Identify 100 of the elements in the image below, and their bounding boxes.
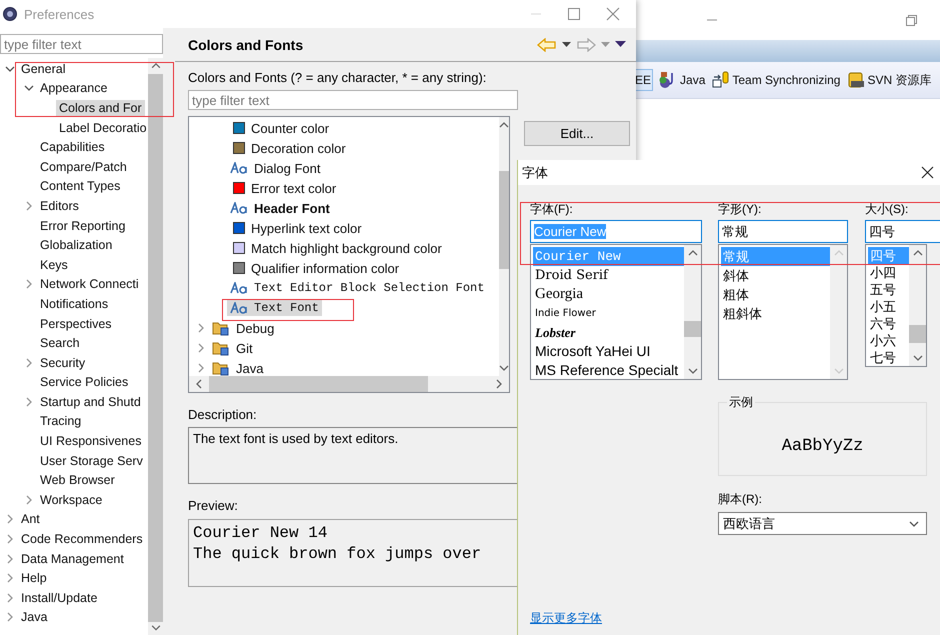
style-list-item[interactable]: 粗斜体 bbox=[721, 304, 830, 323]
tree-item[interactable]: Header Font bbox=[227, 200, 333, 216]
description-label: Description: bbox=[188, 407, 258, 422]
dialog-title: 字体 bbox=[522, 164, 548, 182]
scrollbar-thumb[interactable] bbox=[909, 325, 926, 343]
tree-item[interactable]: Search bbox=[37, 335, 83, 352]
tree-item[interactable]: Data Management bbox=[18, 550, 127, 567]
size-list-item[interactable]: 七号 bbox=[868, 349, 909, 366]
tree-item[interactable]: Globalization bbox=[37, 237, 116, 254]
tree-item[interactable]: Counter color bbox=[230, 120, 332, 136]
tree-item[interactable]: General bbox=[18, 60, 68, 77]
field-label: 大小(S): bbox=[865, 201, 910, 216]
tree-item[interactable]: Dialog Font bbox=[227, 160, 324, 176]
tree-item[interactable]: User Storage Serv bbox=[37, 452, 146, 469]
font-list-item[interactable]: Indie Flower bbox=[533, 304, 684, 323]
size-list-item[interactable]: 小五 bbox=[868, 298, 909, 315]
tree-item[interactable]: Service Policies bbox=[37, 374, 132, 390]
group-label: 示例 bbox=[728, 394, 754, 411]
size-list-item[interactable]: 小四 bbox=[868, 264, 909, 281]
size-list-item[interactable]: 五号 bbox=[868, 281, 909, 298]
font-icon bbox=[230, 162, 248, 174]
tree-item[interactable]: Security bbox=[37, 354, 88, 371]
font-icon bbox=[230, 302, 248, 314]
filter-field[interactable]: type filter text bbox=[0, 34, 163, 54]
filter-field[interactable]: type filter text bbox=[188, 90, 518, 110]
tree-item[interactable]: Web Browser bbox=[37, 472, 118, 488]
dropdown-icon[interactable] bbox=[562, 42, 571, 48]
forward-arrow-icon[interactable] bbox=[576, 38, 596, 52]
size-list-item[interactable]: 小六 bbox=[868, 332, 909, 349]
script-dropdown[interactable]: 西欧语言 bbox=[718, 512, 927, 535]
tree-item[interactable]: Decoration color bbox=[230, 140, 349, 156]
tree-item[interactable]: Network Connecti bbox=[37, 276, 142, 292]
style-field[interactable]: 常规 bbox=[718, 220, 848, 243]
size-list-item[interactable]: 六号 bbox=[868, 315, 909, 332]
scrollbar-thumb[interactable] bbox=[499, 171, 509, 269]
font-list-item[interactable]: Droid Serif bbox=[533, 266, 684, 285]
back-arrow-icon[interactable] bbox=[537, 38, 557, 52]
tree-item[interactable]: Content Types bbox=[37, 178, 124, 194]
folder-icon bbox=[212, 320, 230, 336]
font-list-item[interactable]: Microsoft YaHei UI bbox=[533, 342, 684, 361]
close-icon[interactable] bbox=[921, 166, 934, 179]
font-icon bbox=[230, 282, 248, 294]
tree-item[interactable]: Error text color bbox=[230, 180, 340, 196]
tree-item[interactable]: Editors bbox=[37, 198, 82, 214]
tree-item[interactable]: Debug bbox=[209, 319, 278, 337]
field-label: 字形(Y): bbox=[718, 201, 762, 216]
perspective-button[interactable]: Java bbox=[656, 67, 708, 93]
scrollbar-thumb[interactable] bbox=[684, 321, 701, 337]
tree-item[interactable]: Qualifier information color bbox=[230, 260, 402, 276]
tree-item[interactable]: UI Responsivenes bbox=[37, 433, 144, 450]
perspective-button[interactable]: Team Synchronizing bbox=[710, 67, 842, 93]
preview-label: Preview: bbox=[188, 498, 239, 513]
tree-item[interactable]: Text Editor Block Selection Font bbox=[227, 280, 488, 296]
folder-icon bbox=[212, 340, 230, 356]
tree-item[interactable]: Git bbox=[209, 339, 256, 357]
tree-item[interactable]: Text Font bbox=[227, 300, 322, 316]
maximize-icon[interactable] bbox=[568, 8, 580, 20]
sync-icon bbox=[712, 71, 730, 89]
field-label: 脚本(R): bbox=[718, 491, 763, 508]
font-list-item[interactable]: Lobster bbox=[533, 323, 684, 342]
perspective-button[interactable]: EE bbox=[636, 69, 654, 91]
folder-icon bbox=[212, 360, 230, 376]
tree-item[interactable]: Appearance bbox=[37, 80, 110, 96]
more-fonts-link[interactable]: 显示更多字体 bbox=[530, 610, 602, 627]
tree-item[interactable]: Java bbox=[18, 609, 50, 626]
tree-item[interactable]: Capabilities bbox=[37, 139, 108, 156]
font-list-item[interactable]: MS Reference Specialt bbox=[533, 361, 684, 379]
tree-item[interactable]: Workspace bbox=[37, 492, 106, 508]
scrollbar-thumb[interactable] bbox=[209, 376, 428, 392]
tree-item[interactable]: Compare/Patch bbox=[37, 158, 130, 175]
tree-item[interactable]: Label Decoratio bbox=[56, 120, 148, 136]
tree-item[interactable]: Perspectives bbox=[37, 316, 115, 332]
tree-item[interactable]: Java bbox=[209, 359, 266, 376]
tree-item[interactable]: Code Recommenders bbox=[18, 531, 146, 548]
restore-icon[interactable] bbox=[905, 14, 918, 26]
style-list-item[interactable]: 粗体 bbox=[721, 285, 830, 304]
perspective-button[interactable]: SVN 资源库 bbox=[845, 67, 934, 93]
field-label: 字体(F): bbox=[530, 201, 574, 216]
scrollbar-thumb[interactable] bbox=[148, 74, 163, 622]
tree-item[interactable]: Ant bbox=[18, 511, 43, 528]
menu-icon[interactable] bbox=[615, 41, 626, 48]
font-list-item[interactable]: Georgia bbox=[533, 285, 684, 304]
tree-item[interactable]: Hyperlink text color bbox=[230, 220, 365, 236]
tree-item[interactable]: Keys bbox=[37, 256, 71, 273]
tree-item[interactable]: Match highlight background color bbox=[230, 240, 445, 256]
filter-label: Colors and Fonts (? = any character, * = any string): bbox=[188, 70, 488, 85]
database-icon bbox=[847, 71, 866, 89]
tree-item[interactable]: Help bbox=[18, 570, 50, 586]
tree-item[interactable]: Error Reporting bbox=[37, 218, 128, 234]
style-list-item[interactable]: 斜体 bbox=[721, 266, 830, 285]
tree-item[interactable]: Colors and For bbox=[56, 100, 145, 116]
window-title: Preferences bbox=[24, 6, 94, 22]
tree-item[interactable]: Tracing bbox=[37, 413, 84, 430]
page-title: Colors and Fonts bbox=[188, 36, 304, 52]
size-field[interactable]: 四号 bbox=[865, 220, 940, 243]
edit-button[interactable]: Edit... bbox=[524, 121, 630, 146]
tree-item[interactable]: Install/Update bbox=[18, 590, 100, 606]
tree-item[interactable]: Notifications bbox=[37, 296, 112, 312]
font-icon bbox=[230, 202, 248, 214]
tree-item[interactable]: Startup and Shutd bbox=[37, 394, 144, 410]
